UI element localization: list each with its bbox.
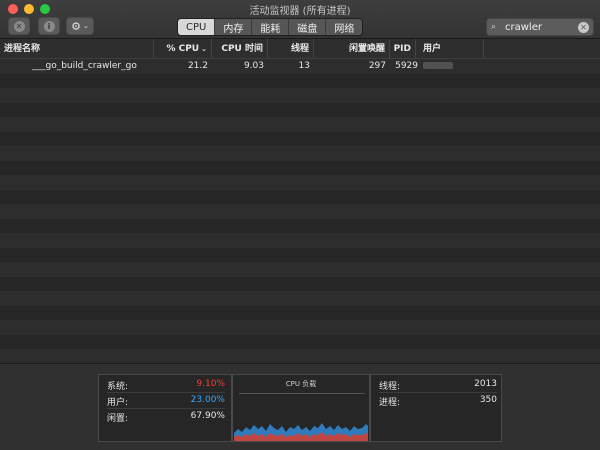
cpu-load-graph	[234, 423, 368, 441]
column-header-process-name[interactable]: 进程名称	[4, 39, 154, 59]
empty-row	[0, 131, 600, 146]
info-icon: i	[43, 20, 55, 32]
chevron-down-icon: ⌄	[83, 22, 89, 30]
cpu-load-graph-panel: CPU 负载	[232, 374, 370, 442]
empty-row	[0, 102, 600, 117]
search-input[interactable]	[505, 21, 577, 33]
search-field[interactable]: ⌕ ✕	[486, 18, 594, 36]
empty-row	[0, 117, 600, 132]
process-count-panel: 线程: 2013 进程: 350	[370, 374, 502, 442]
empty-row	[0, 334, 600, 349]
redacted-user	[423, 62, 453, 69]
tab-network[interactable]: 网络	[326, 19, 362, 35]
sort-descending-icon: ⌄	[201, 45, 207, 53]
empty-row	[0, 88, 600, 103]
idle-stat: 闲置: 67.90%	[107, 411, 225, 424]
column-header-user[interactable]: 用户	[416, 39, 484, 59]
empty-row	[0, 146, 600, 161]
gear-icon: ⚙	[71, 19, 81, 33]
empty-row	[0, 262, 600, 277]
idle-wakeups-cell: 297	[368, 61, 386, 71]
column-header-idle-wakeups[interactable]: 闲置唤醒	[314, 39, 390, 59]
empty-row	[0, 276, 600, 291]
column-header-cpu-time[interactable]: CPU 时间	[212, 39, 268, 59]
cpu-usage-panel: 系统: 9.10% 用户: 23.00% 闲置: 67.90%	[98, 374, 232, 442]
empty-row	[0, 247, 600, 262]
process-table: ___go_build_crawler_go 21.2 9.03 13 297 …	[0, 59, 600, 363]
threads-cell: 13	[298, 61, 310, 71]
cpu-time-cell: 9.03	[243, 61, 264, 71]
system-stat: 系统: 9.10%	[107, 379, 225, 393]
inspect-process-button[interactable]: i	[38, 17, 60, 35]
empty-row	[0, 189, 600, 204]
empty-row	[0, 73, 600, 88]
tab-memory[interactable]: 内存	[215, 19, 253, 35]
column-header-cpu-percent[interactable]: % CPU ⌄	[154, 39, 212, 59]
window-title: 活动监视器 (所有进程)	[249, 6, 351, 17]
processes-stat: 进程: 350	[379, 395, 497, 408]
empty-row	[0, 305, 600, 320]
empty-row	[0, 204, 600, 219]
tab-energy[interactable]: 能耗	[252, 19, 290, 35]
empty-row	[0, 233, 600, 248]
actions-menu-button[interactable]: ⚙ ⌄	[66, 17, 94, 35]
empty-row	[0, 175, 600, 190]
quit-process-button[interactable]: ✕	[8, 17, 30, 35]
cpu-load-title: CPU 负载	[285, 380, 317, 388]
empty-row	[0, 218, 600, 233]
threads-stat: 线程: 2013	[379, 379, 497, 393]
tab-cpu[interactable]: CPU	[178, 19, 216, 35]
pid-cell: 5929	[395, 61, 418, 71]
user-cell	[423, 59, 483, 74]
cpu-percent-cell: 21.2	[187, 61, 208, 71]
empty-row	[0, 160, 600, 175]
empty-row	[0, 320, 600, 335]
tab-disk[interactable]: 磁盘	[289, 19, 327, 35]
user-stat: 用户: 23.00%	[107, 395, 225, 409]
category-tabs: CPU 内存 能耗 磁盘 网络	[177, 18, 364, 36]
clear-search-icon[interactable]: ✕	[578, 21, 589, 33]
graph-divider	[239, 393, 365, 394]
table-row[interactable]: ___go_build_crawler_go 21.2 9.03 13 297 …	[0, 59, 600, 74]
stats-footer: 系统: 9.10% 用户: 23.00% 闲置: 67.90% CPU 负载 线…	[0, 363, 600, 450]
toolbar: 活动监视器 (所有进程) ✕ i ⚙ ⌄ CPU 内存 能耗 磁盘 网络 ⌕ ✕	[0, 0, 600, 39]
activity-monitor-window: 活动监视器 (所有进程) ✕ i ⚙ ⌄ CPU 内存 能耗 磁盘 网络 ⌕ ✕…	[0, 0, 600, 450]
close-circle-icon: ✕	[13, 20, 25, 32]
empty-row	[0, 349, 600, 363]
table-header: 进程名称 % CPU ⌄ CPU 时间 线程 闲置唤醒 PID 用户	[0, 39, 600, 59]
empty-row	[0, 291, 600, 306]
column-header-pid[interactable]: PID	[390, 39, 416, 59]
search-icon[interactable]: ⌕	[491, 22, 505, 32]
process-name-cell: ___go_build_crawler_go	[32, 61, 137, 71]
column-header-threads[interactable]: 线程	[268, 39, 314, 59]
